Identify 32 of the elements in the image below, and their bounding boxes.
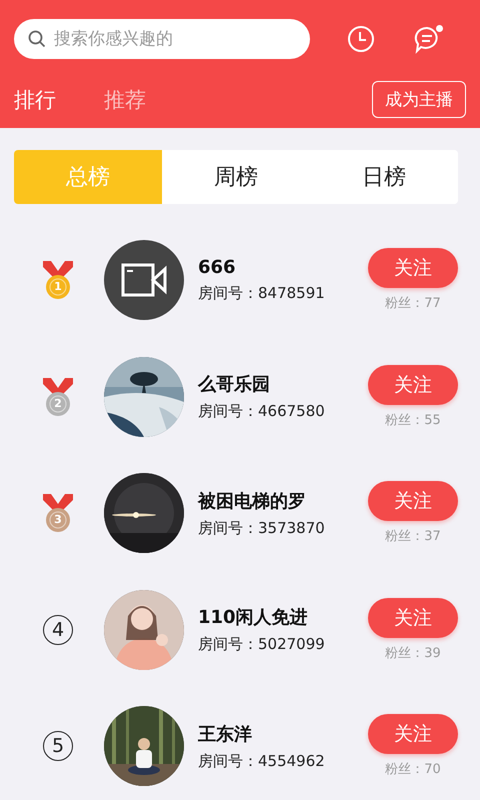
fan-count: 粉丝：37 bbox=[385, 528, 441, 546]
search-field[interactable]: 搜索你感兴趣的 bbox=[14, 19, 310, 59]
room-number: 房间号：4554962 bbox=[198, 752, 326, 771]
user-name: 666 bbox=[198, 257, 237, 278]
follow-button[interactable]: 关注 bbox=[368, 481, 458, 522]
rank-number: 3 bbox=[53, 513, 63, 526]
search-icon bbox=[28, 30, 46, 48]
room-number: 房间号：4667580 bbox=[198, 402, 326, 422]
follow-button[interactable]: 关注 bbox=[368, 364, 458, 405]
video-camera-icon bbox=[121, 263, 167, 298]
room-number: 房间号：5027099 bbox=[198, 635, 326, 654]
rank-number: 4 bbox=[43, 614, 73, 645]
follow-button[interactable]: 关注 bbox=[368, 248, 458, 288]
rank-number: 5 bbox=[43, 731, 73, 762]
fan-count: 粉丝：77 bbox=[385, 295, 441, 312]
user-name: 王东洋 bbox=[198, 722, 253, 746]
room-number: 房间号：3573870 bbox=[198, 518, 326, 538]
tab[interactable]: 排行 bbox=[14, 86, 56, 114]
user-name: 110闲人免进 bbox=[198, 606, 309, 630]
follow-button[interactable]: 关注 bbox=[368, 598, 458, 638]
history-clock-icon[interactable] bbox=[345, 23, 377, 55]
follow-button[interactable]: 关注 bbox=[368, 714, 458, 754]
become-host-button[interactable]: 成为主播 bbox=[372, 81, 466, 118]
user-name: 么哥乐园 bbox=[198, 373, 271, 396]
tab[interactable]: 推荐 bbox=[104, 86, 146, 114]
fan-count: 粉丝：39 bbox=[385, 644, 441, 662]
fan-count: 粉丝：70 bbox=[385, 761, 441, 778]
room-number: 房间号：8478591 bbox=[198, 284, 326, 304]
fan-count: 粉丝：55 bbox=[385, 412, 441, 429]
user-name: 被困电梯的罗 bbox=[198, 490, 307, 513]
rank-number: 2 bbox=[53, 396, 63, 410]
rank-number: 1 bbox=[53, 280, 63, 294]
